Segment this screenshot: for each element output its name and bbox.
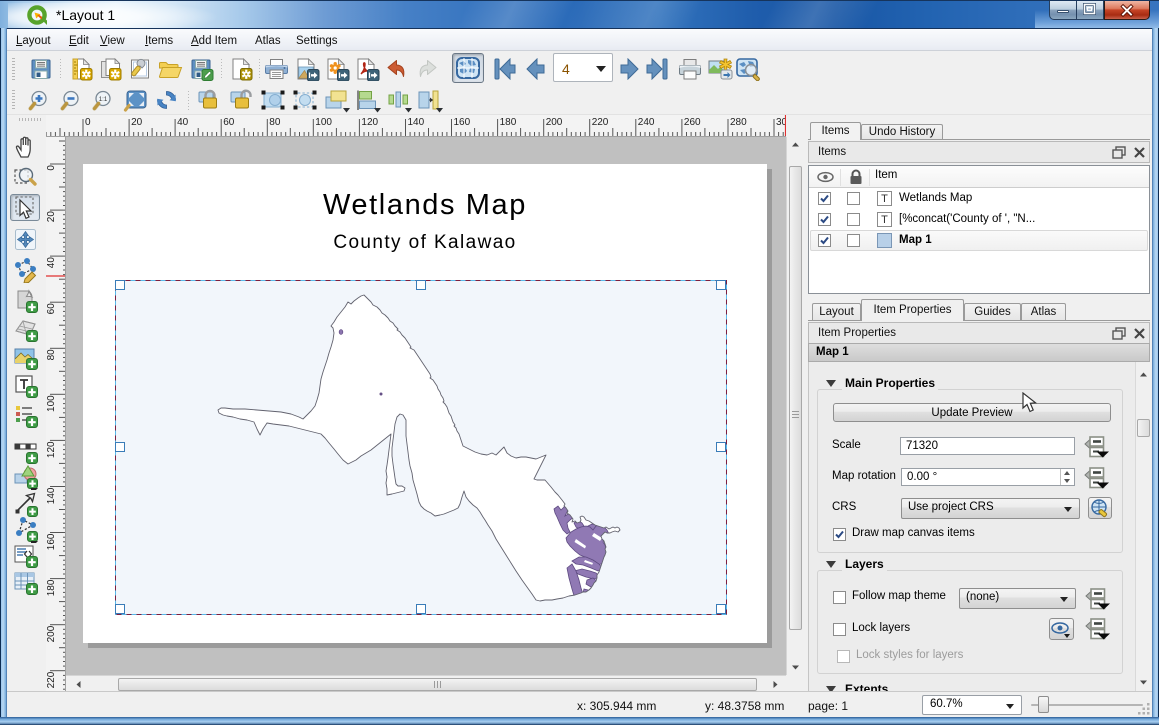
- svg-text:300: 300: [776, 117, 786, 128]
- svg-text:280: 280: [730, 117, 747, 128]
- svg-text:100: 100: [315, 117, 332, 128]
- svg-text:200: 200: [546, 117, 563, 128]
- svg-text:220: 220: [46, 671, 57, 688]
- svg-text:260: 260: [684, 117, 701, 128]
- svg-text:1:1: 1:1: [99, 96, 108, 103]
- svg-text:40: 40: [46, 257, 57, 269]
- svg-text:140: 140: [46, 487, 57, 504]
- svg-text:40: 40: [177, 117, 189, 128]
- svg-text:140: 140: [408, 117, 425, 128]
- svg-text:200: 200: [46, 625, 57, 642]
- svg-text:80: 80: [269, 117, 281, 128]
- svg-text:20: 20: [46, 211, 57, 223]
- svg-text:100: 100: [46, 395, 57, 412]
- svg-text:220: 220: [592, 117, 609, 128]
- svg-text:0: 0: [85, 117, 91, 128]
- svg-text:180: 180: [46, 579, 57, 596]
- svg-text:20: 20: [131, 117, 143, 128]
- svg-text:160: 160: [454, 117, 471, 128]
- svg-text:240: 240: [638, 117, 655, 128]
- svg-text:120: 120: [361, 117, 378, 128]
- svg-text:180: 180: [500, 117, 517, 128]
- svg-text:160: 160: [46, 533, 57, 550]
- svg-text:0: 0: [46, 165, 57, 171]
- svg-text:80: 80: [46, 349, 57, 361]
- svg-text:60: 60: [223, 117, 235, 128]
- svg-text:120: 120: [46, 441, 57, 458]
- svg-text:60: 60: [46, 303, 57, 315]
